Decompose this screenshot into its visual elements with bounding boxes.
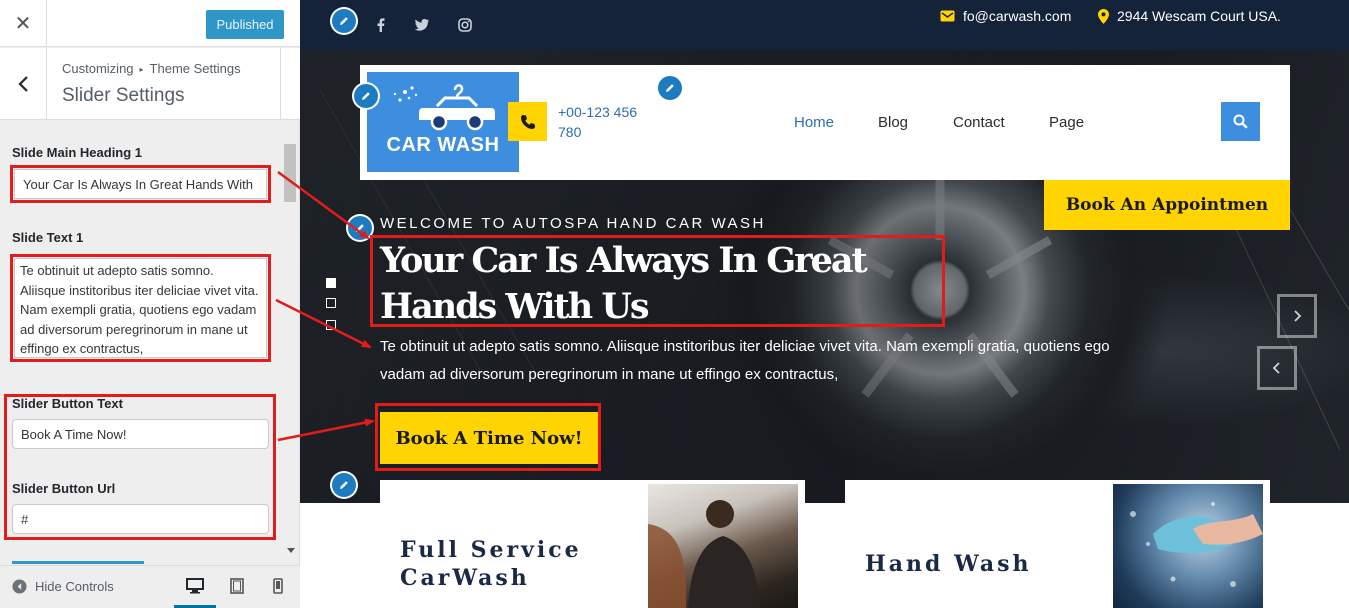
slider-button-url-label: Slider Button Url	[12, 481, 116, 496]
topbar-email[interactable]: fo@carwash.com	[940, 8, 1071, 24]
hide-controls-button[interactable]: Hide Controls	[12, 579, 114, 594]
envelope-icon	[940, 10, 955, 22]
service-title-line: Full Service	[400, 537, 582, 563]
service-title: Hand Wash	[865, 551, 1032, 577]
service-title-line: CarWash	[400, 565, 530, 591]
pencil-icon	[340, 17, 348, 25]
customizer-footer: Hide Controls	[0, 565, 300, 608]
section-header: Customizing ▸ Theme Settings Slider Settin…	[0, 48, 300, 120]
hero-text: Te obtinuit ut adepto satis somno. Aliis…	[380, 338, 1110, 383]
pencil-icon	[356, 224, 364, 232]
slide-heading-label: Slide Main Heading 1	[12, 145, 143, 160]
customizer-header: ✕ Published	[0, 0, 300, 47]
hero-welcome-text: WELCOME TO AUTOSPA HAND CAR WASH	[380, 215, 766, 232]
map-pin-icon	[1098, 8, 1109, 24]
search-icon	[1233, 114, 1248, 129]
chevron-left-icon	[1272, 362, 1280, 374]
scroll-down-arrow-icon[interactable]	[287, 548, 295, 553]
slider-dot-1[interactable]	[326, 278, 336, 288]
edit-shortcut-services[interactable]	[330, 471, 358, 499]
nav-blog[interactable]: Blog	[878, 114, 908, 131]
slider-button-text-input[interactable]: Book A Time Now!	[12, 419, 269, 449]
breadcrumb: Customizing ▸ Theme Settings	[62, 61, 241, 76]
chevron-left-icon	[18, 76, 28, 92]
slider-dot-2[interactable]	[326, 298, 336, 308]
site-header: CAR WASH +00-123 456 780 Home Blog Conta…	[360, 65, 1290, 180]
hide-arrow-icon	[12, 579, 27, 594]
service-title: Full Service CarWash	[400, 536, 582, 592]
mobile-icon	[273, 578, 283, 594]
pencil-icon	[362, 92, 370, 100]
mechanic-photo-image	[648, 500, 760, 608]
close-customizer-button[interactable]: ✕	[0, 0, 47, 47]
service-card[interactable]: Full Service CarWash	[380, 480, 805, 608]
slide-text-textarea[interactable]: Te obtinuit ut adepto satis somno. Aliis…	[14, 258, 267, 358]
topbar-address: 2944 Wescam Court USA.	[1098, 8, 1281, 24]
next-control-edge	[12, 561, 144, 564]
logo-text: CAR WASH	[386, 134, 500, 156]
edit-shortcut-logo[interactable]	[352, 82, 380, 110]
hero-book-button[interactable]: Book A Time Now!	[380, 412, 598, 464]
edit-shortcut-topbar[interactable]	[330, 7, 358, 35]
service-image	[648, 484, 798, 608]
breadcrumb-root: Customizing	[62, 61, 134, 76]
breadcrumb-separator-icon: ▸	[139, 65, 144, 74]
tablet-icon	[230, 578, 244, 594]
back-button[interactable]	[0, 48, 47, 120]
instagram-icon[interactable]	[457, 17, 473, 33]
scrollbar-thumb[interactable]	[284, 144, 296, 202]
email-text: fo@carwash.com	[963, 8, 1072, 24]
phone-number[interactable]: +00-123 456 780	[558, 102, 658, 142]
site-preview: fo@carwash.com 2944 Wescam Court USA. CA…	[300, 0, 1349, 608]
search-button[interactable]	[1221, 102, 1260, 141]
facebook-icon[interactable]	[372, 17, 388, 33]
car-wash-logo-icon	[393, 84, 495, 131]
pencil-icon	[666, 84, 674, 92]
slider-button-url-input[interactable]: #	[12, 504, 269, 534]
site-topbar: fo@carwash.com 2944 Wescam Court USA.	[300, 0, 1349, 50]
slider-button-text-label: Slider Button Text	[12, 396, 123, 411]
twitter-icon[interactable]	[414, 17, 430, 33]
panel-scrollbar[interactable]	[284, 120, 298, 560]
nav-home[interactable]: Home	[794, 114, 834, 131]
slider-prev-button[interactable]	[1257, 346, 1297, 390]
chevron-right-icon	[1294, 310, 1302, 322]
hide-controls-label: Hide Controls	[35, 579, 114, 594]
mobile-preview-button[interactable]	[268, 576, 288, 596]
slide-heading-input[interactable]: Your Car Is Always In Great Hands With	[14, 169, 267, 199]
hand-wash-photo-image	[1130, 502, 1263, 587]
section-title: Slider Settings	[62, 85, 185, 106]
header-divider	[280, 48, 281, 120]
desktop-icon	[186, 578, 204, 594]
nav-contact[interactable]: Contact	[953, 114, 1005, 131]
hero-heading: Your Car Is Always In Great Hands With U…	[380, 240, 868, 327]
slider-dot-3[interactable]	[326, 320, 336, 330]
address-text: 2944 Wescam Court USA.	[1117, 8, 1281, 24]
published-button[interactable]: Published	[206, 10, 284, 39]
desktop-preview-button[interactable]	[185, 576, 205, 596]
slide-text-label: Slide Text 1	[12, 230, 84, 245]
site-logo[interactable]: CAR WASH	[367, 72, 519, 172]
edit-shortcut-slider[interactable]	[346, 214, 374, 242]
phone-badge	[508, 102, 547, 141]
customizer-panel: ✕ Published Customizing ▸ Theme Settings S…	[0, 0, 300, 608]
close-icon: ✕	[14, 13, 32, 35]
service-card[interactable]: Hand Wash	[845, 480, 1270, 608]
pencil-icon	[340, 481, 348, 489]
service-image	[1113, 484, 1263, 608]
tablet-preview-button[interactable]	[227, 576, 247, 596]
book-appointment-button[interactable]: Book An Appointmen	[1044, 180, 1290, 230]
slider-next-button[interactable]	[1277, 294, 1317, 338]
nav-page[interactable]: Page	[1049, 114, 1084, 131]
phone-icon	[520, 114, 535, 129]
edit-shortcut-phone[interactable]	[656, 74, 684, 102]
breadcrumb-section: Theme Settings	[149, 61, 241, 76]
